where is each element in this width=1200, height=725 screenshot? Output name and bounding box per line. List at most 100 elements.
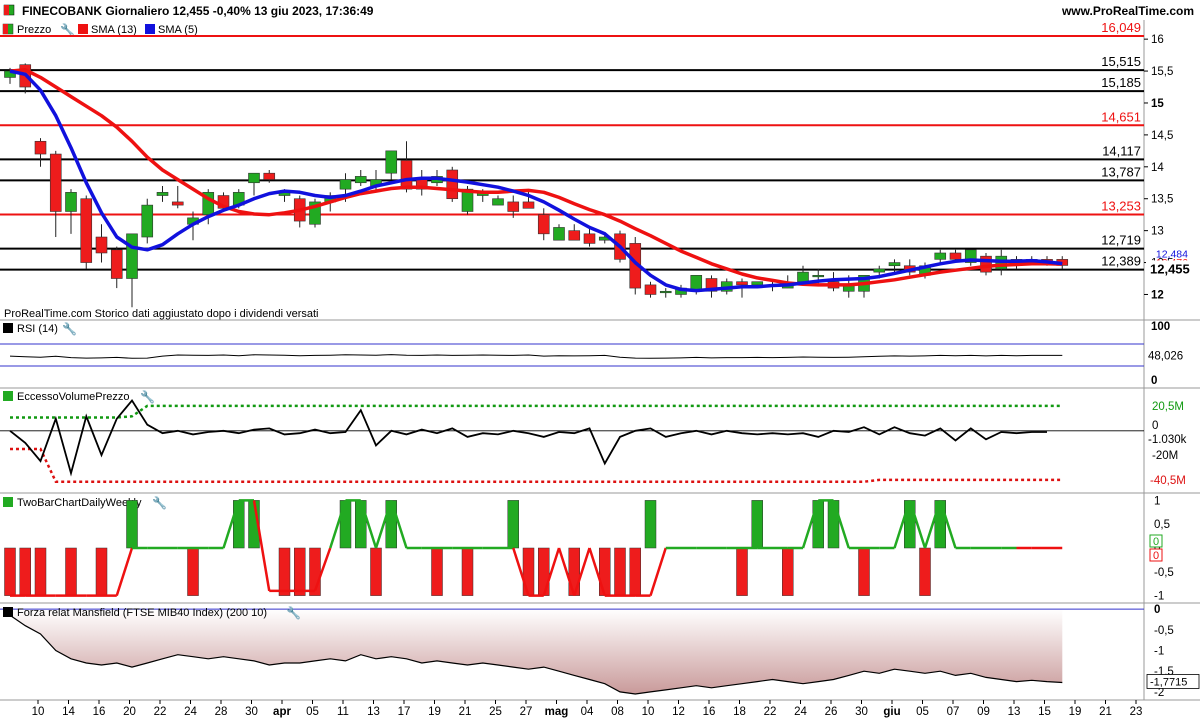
rsi-wrench-icon[interactable]: 🔧	[62, 321, 77, 336]
candle-body	[659, 290, 672, 294]
rsi-last-value: 48,026	[1148, 350, 1183, 362]
daily-bar	[858, 547, 870, 596]
candle-body	[751, 281, 764, 286]
x-tick-label: 05	[306, 706, 319, 718]
x-tick-label: 30	[245, 706, 258, 718]
price-ytick-label: 13,5	[1151, 194, 1173, 206]
sma13-swatch	[78, 24, 88, 34]
volume-upper-band	[10, 404, 1063, 419]
last-price-label: 12,455	[1150, 261, 1190, 276]
candle-body	[522, 201, 535, 209]
mansfield-last-value: -1,7715	[1150, 676, 1187, 688]
twobar-daily-label: 0	[1153, 536, 1159, 548]
daily-bar	[522, 547, 535, 596]
volume-legend-swatch	[3, 391, 13, 401]
volume-last-label: -1.030k	[1148, 434, 1187, 446]
twobar-ytick-label: 1	[1154, 495, 1160, 507]
candle-body	[980, 255, 992, 273]
price-level-label: 14,651	[1101, 109, 1141, 124]
x-tick-label: 17	[398, 706, 411, 718]
mansfield-wrench-icon[interactable]: 🔧	[286, 605, 301, 620]
volume-upper-label: 20,5M	[1152, 401, 1184, 413]
candle-body	[34, 140, 47, 155]
x-tick-label: 14	[62, 706, 75, 718]
site-name[interactable]: www.ProRealTime.com	[1061, 4, 1194, 18]
daily-bar	[827, 500, 840, 549]
candle-body	[873, 268, 886, 273]
daily-bar	[614, 547, 626, 596]
sma5-legend-label: SMA (5)	[158, 24, 198, 36]
price-level-label: 12,719	[1101, 233, 1141, 248]
volume-ytick-label: -20M	[1152, 450, 1178, 462]
daily-bar	[339, 500, 352, 549]
chart-root: FINECOBANK Giornaliero 12,455 -0,40% 13 …	[0, 0, 1200, 720]
x-tick-label: giu	[883, 706, 900, 718]
x-tick-label: 13	[1008, 706, 1021, 718]
x-tick-label: 07	[947, 706, 960, 718]
price-level-label: 16,049	[1101, 20, 1141, 35]
x-tick-label: 11	[337, 706, 349, 718]
candle-body	[400, 160, 413, 190]
daily-bar	[278, 547, 291, 596]
x-tick-label: 28	[215, 706, 228, 718]
x-tick-label: 19	[1069, 706, 1082, 718]
x-tick-label: 27	[520, 706, 533, 718]
mansfield-ytick-label: -0,5	[1154, 625, 1174, 637]
twobar-wrench-icon[interactable]: 🔧	[152, 495, 167, 510]
candle-body	[812, 275, 825, 278]
price-ytick-label: 13	[1151, 226, 1164, 238]
daily-bar	[4, 547, 16, 596]
mansfield-legend-swatch	[3, 607, 13, 617]
price-level-label: 15,185	[1101, 75, 1141, 90]
x-tick-label: 21	[459, 706, 472, 718]
x-tick-label: apr	[273, 706, 291, 718]
x-tick-label: 13	[367, 706, 380, 718]
candle-body	[385, 150, 398, 174]
candle-body	[507, 201, 520, 212]
x-tick-label: 25	[489, 706, 502, 718]
price-ytick-label: 15	[1151, 98, 1164, 110]
candle-body	[949, 252, 962, 260]
daily-bar	[934, 500, 946, 549]
sma5-swatch	[145, 24, 155, 34]
x-tick-label: 09	[977, 706, 990, 718]
price-legend-label: Prezzo	[17, 24, 51, 36]
price-ytick-label: 14,5	[1151, 130, 1173, 142]
daily-bar	[355, 500, 367, 549]
volume-panel: EccessoVolumePrezzo 🔧 20,5M 0 -1.030k -20M -40…	[0, 388, 1200, 494]
mansfield-title: Forza relat Mansfield (FTSE MIB40 Index)…	[17, 607, 267, 619]
candle-body	[171, 201, 184, 206]
wrench-icon[interactable]: 🔧	[60, 22, 75, 37]
price-level-label: 13,787	[1101, 164, 1141, 179]
daily-bar	[95, 547, 108, 596]
volume-wrench-icon[interactable]: 🔧	[140, 389, 155, 404]
price-ytick-label: 14	[1151, 162, 1164, 174]
x-tick-label: 19	[428, 706, 441, 718]
x-tick-label: 24	[184, 706, 197, 718]
candle-body	[339, 179, 352, 190]
candle-body	[65, 192, 77, 212]
x-tick-label: 20	[123, 706, 136, 718]
mansfield-panel: Forza relat Mansfield (FTSE MIB40 Index)…	[0, 603, 1200, 700]
volume-line	[9, 398, 1047, 477]
x-tick-label: 18	[733, 706, 746, 718]
candle-body	[446, 169, 459, 200]
daily-bar	[126, 500, 138, 549]
candle-body	[553, 227, 565, 241]
x-tick-label: 30	[855, 706, 868, 718]
twobar-legend-swatch	[3, 497, 13, 507]
price-level-label: 13,253	[1101, 198, 1141, 213]
rsi-ytick-label: 100	[1151, 321, 1170, 333]
daily-bar	[507, 500, 519, 549]
twobar-ytick-label: 0,5	[1154, 519, 1170, 531]
volume-ytick-label: 0	[1152, 420, 1158, 432]
x-tick-label: 24	[794, 706, 807, 718]
rsi-ytick-label: 0	[1151, 375, 1157, 387]
daily-bar	[904, 500, 916, 549]
candle-body	[934, 252, 947, 260]
x-tick-label: 10	[32, 706, 45, 718]
price-legend: Prezzo 🔧 SMA (13) SMA (5)	[2, 22, 198, 37]
x-tick-label: 26	[825, 706, 838, 718]
candle-body	[492, 198, 504, 206]
candle-body	[110, 249, 123, 279]
